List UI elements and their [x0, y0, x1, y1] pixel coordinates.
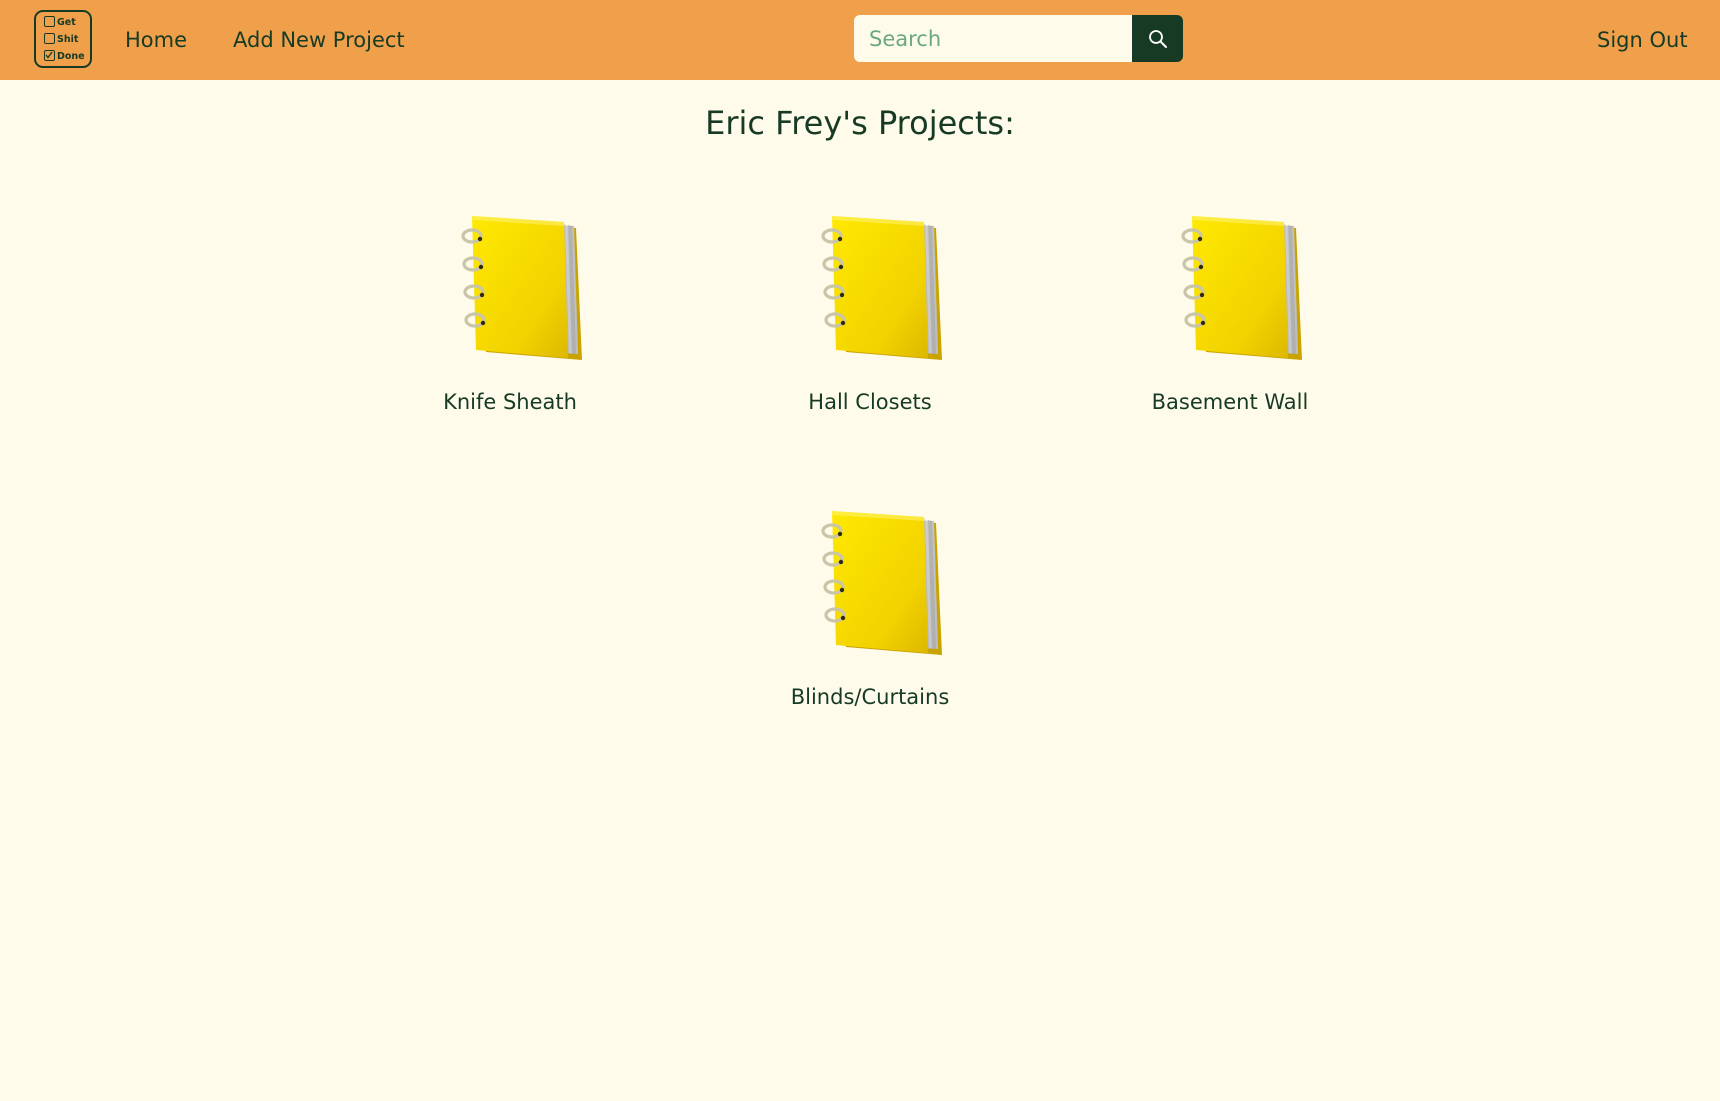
notebook-icon	[821, 214, 944, 360]
notebook-icon	[461, 214, 584, 360]
checkbox-icon	[44, 16, 55, 27]
project-name: Knife Sheath	[443, 390, 577, 414]
logo-row-done: Done	[44, 50, 85, 64]
logo-row-shit: Shit	[44, 33, 78, 47]
project-card[interactable]: Knife Sheath	[360, 210, 660, 440]
checkbox-icon	[44, 33, 55, 44]
project-name: Hall Closets	[808, 390, 932, 414]
logo-text-done: Done	[57, 51, 85, 62]
page-title: Eric Frey's Projects:	[705, 104, 1015, 142]
nav-home-link[interactable]: Home	[125, 26, 187, 54]
nav-add-project-link[interactable]: Add New Project	[233, 26, 405, 54]
project-card[interactable]: Basement Wall	[1080, 210, 1380, 440]
project-card[interactable]: Hall Closets	[720, 210, 1020, 440]
project-card[interactable]: Blinds/Curtains	[720, 505, 1020, 735]
checked-checkbox-icon	[44, 50, 55, 61]
app-logo[interactable]: Get Shit Done	[34, 10, 92, 68]
search-input[interactable]	[854, 15, 1132, 62]
logo-text-shit: Shit	[57, 34, 79, 45]
search-button[interactable]	[1132, 15, 1183, 62]
search-icon	[1148, 29, 1167, 48]
project-name: Basement Wall	[1151, 390, 1309, 414]
sign-out-link[interactable]: Sign Out	[1597, 26, 1688, 54]
notebook-icon	[821, 509, 944, 655]
logo-text-get: Get	[57, 17, 76, 28]
logo-row-get: Get	[44, 16, 76, 30]
navbar: Get Shit Done Home Add New Project Sign …	[0, 0, 1720, 80]
notebook-icon	[1181, 214, 1304, 360]
project-name: Blinds/Curtains	[790, 685, 950, 709]
